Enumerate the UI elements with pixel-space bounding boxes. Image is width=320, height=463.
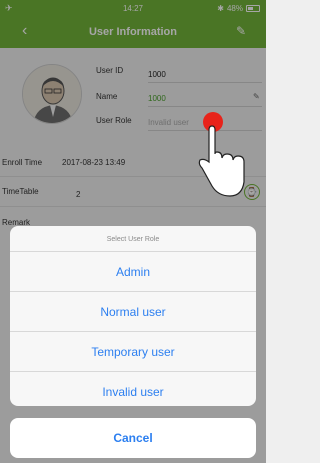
cancel-button[interactable]: Cancel — [10, 418, 256, 458]
user-information-screen: ✈ 14:27 ✱ 48% ‹ User Information ✎ User … — [0, 0, 266, 463]
select-user-role-sheet: Select User Role Admin Normal user Tempo… — [10, 226, 256, 406]
role-option-admin[interactable]: Admin — [10, 252, 256, 292]
sheet-title: Select User Role — [10, 226, 256, 252]
role-option-normal-user[interactable]: Normal user — [10, 292, 256, 332]
role-option-invalid-user[interactable]: Invalid user — [10, 372, 256, 406]
role-option-temporary-user[interactable]: Temporary user — [10, 332, 256, 372]
tap-hand-icon — [198, 112, 245, 197]
